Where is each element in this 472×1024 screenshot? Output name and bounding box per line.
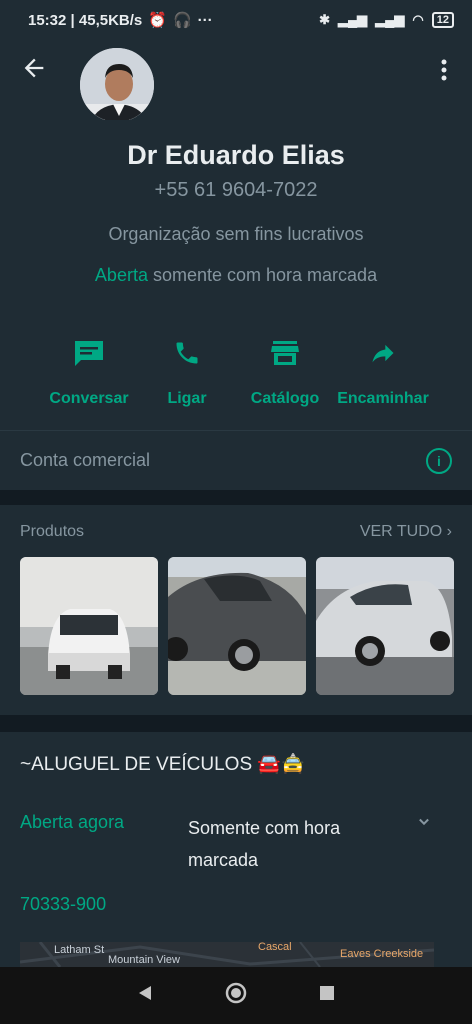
battery-icon: 12	[431, 12, 454, 28]
wifi-icon: ◠	[412, 12, 424, 27]
about-section: ~ALUGUEL DE VEÍCULOS 🚘🚖 Aberta agora Som…	[0, 732, 472, 967]
map-label: Latham St	[54, 944, 105, 956]
business-category: Organização sem fins lucrativos	[108, 224, 364, 244]
product-thumbnail[interactable]	[316, 557, 454, 695]
products-section: Produtos VER TUDO ›	[0, 505, 472, 715]
contact-phone[interactable]: +55 61 9604-7022	[0, 179, 472, 202]
action-bar: Conversar Ligar Catálogo Encaminhar	[0, 338, 472, 408]
system-navigation-bar	[0, 967, 472, 1024]
home-nav-icon[interactable]	[225, 982, 247, 1009]
recents-nav-icon[interactable]	[319, 985, 335, 1006]
more-dots-icon: ···	[197, 11, 213, 29]
open-now-status: Aberta agora	[20, 812, 125, 832]
store-icon	[236, 338, 334, 368]
hours-detail: somente com hora marcada	[147, 265, 378, 285]
more-vert-icon[interactable]	[434, 56, 454, 84]
bluetooth-icon: ✱	[319, 12, 330, 27]
schedule-text: Somente com hora marcada	[188, 818, 341, 870]
alarm-icon: ⏰	[148, 12, 167, 29]
map-label: Cascal	[258, 942, 292, 953]
catalog-label: Catálogo	[250, 390, 320, 407]
map-preview[interactable]: Latham St Cascal Mountain View Eaves Cre…	[20, 942, 434, 967]
forward-icon	[334, 338, 432, 368]
phone-icon	[138, 338, 236, 368]
map-label: Mountain View	[108, 954, 180, 966]
chat-label: Conversar	[49, 390, 129, 407]
profile-section: Dr Eduardo Elias +55 61 9604-7022 Organi…	[0, 120, 472, 430]
product-thumbnail[interactable]	[20, 557, 158, 695]
business-description: ~ALUGUEL DE VEÍCULOS 🚘🚖	[20, 754, 305, 775]
battery-level: 12	[436, 14, 449, 26]
call-button[interactable]: Ligar	[138, 338, 236, 408]
chevron-down-icon[interactable]	[414, 812, 434, 837]
status-time-speed: 15:32 | 45,5KB/s	[28, 11, 143, 29]
signal-icon: ▂▄▆	[375, 12, 405, 27]
forward-label: Encaminhar	[337, 390, 429, 407]
chevron-right-icon: ›	[446, 523, 452, 540]
avatar[interactable]	[78, 46, 156, 124]
catalog-button[interactable]: Catálogo	[236, 338, 334, 408]
business-account-label: Conta comercial	[20, 450, 151, 470]
status-bar: 15:32 | 45,5KB/s ⏰ 🎧 ··· ✱ ▂▄▆ ▂▄▆ ◠ 12	[0, 0, 472, 40]
signal-icon: ▂▄▆	[337, 12, 368, 27]
business-account-row[interactable]: Conta comercial i	[0, 430, 472, 490]
chat-icon	[40, 338, 138, 368]
postal-code[interactable]: 70333-900	[20, 894, 106, 915]
back-nav-icon[interactable]	[137, 984, 153, 1007]
see-all-label: VER TUDO	[359, 523, 443, 540]
business-hours-summary: Aberta somente com hora marcada	[0, 265, 472, 286]
see-all-button[interactable]: VER TUDO ›	[360, 523, 452, 541]
arrow-back-icon[interactable]	[20, 54, 48, 82]
chat-button[interactable]: Conversar	[40, 338, 138, 408]
contact-name: Dr Eduardo Elias	[127, 140, 345, 170]
info-icon[interactable]: i	[426, 447, 452, 474]
forward-button[interactable]: Encaminhar	[334, 338, 432, 408]
map-label: Eaves Creekside	[340, 948, 424, 960]
headset-icon: 🎧	[172, 12, 192, 29]
product-thumbnail[interactable]	[168, 557, 306, 695]
open-status: Aberta	[94, 265, 148, 285]
header	[0, 40, 472, 124]
call-label: Ligar	[167, 390, 207, 407]
products-title: Produtos	[20, 523, 85, 540]
